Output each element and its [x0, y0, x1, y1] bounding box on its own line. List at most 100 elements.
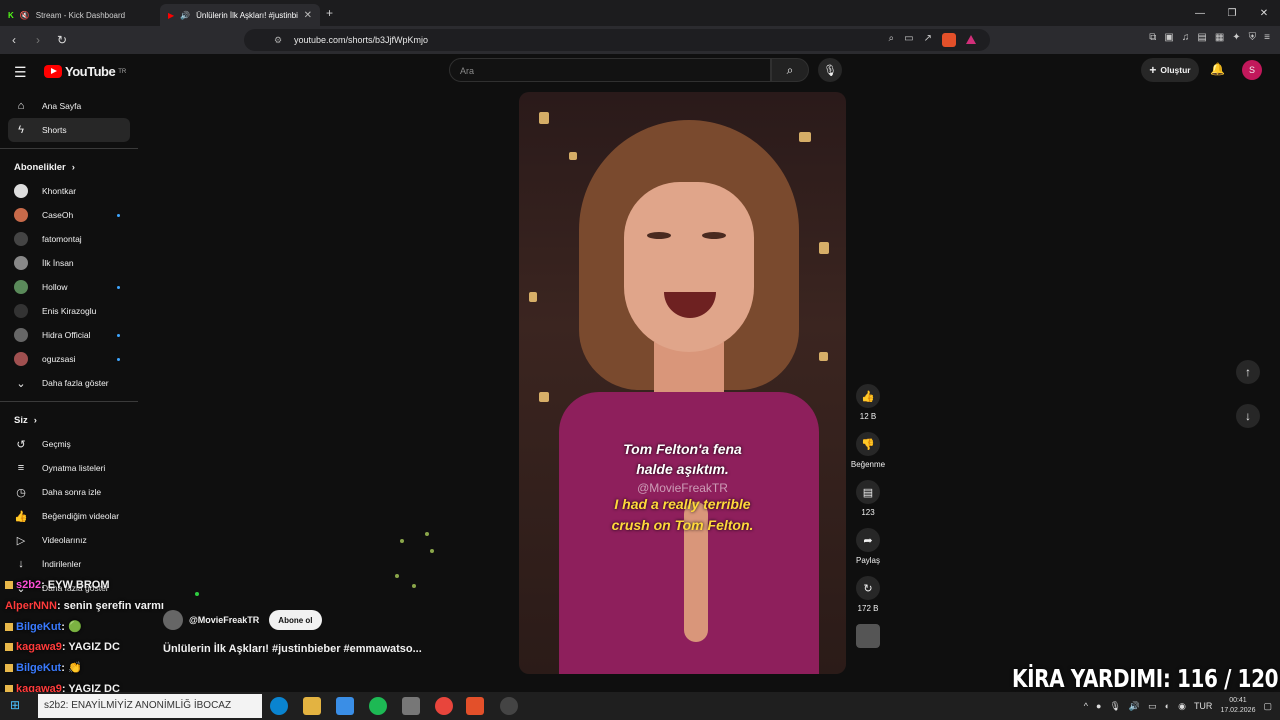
- subscribe-button[interactable]: Abone ol: [269, 610, 322, 630]
- menu-icon[interactable]: ≡: [1264, 32, 1270, 43]
- calculator-icon[interactable]: [402, 697, 420, 715]
- close-tab-icon[interactable]: ✕: [304, 10, 312, 21]
- back-icon[interactable]: ‹: [4, 30, 24, 50]
- youtube-logo[interactable]: YouTube TR: [44, 64, 126, 79]
- video-title[interactable]: Ünlülerin İlk Aşkları! #justinbieber #em…: [163, 643, 422, 655]
- sidebar-item-sub[interactable]: fatomontaj: [0, 227, 138, 251]
- volume-icon[interactable]: 🔊: [1129, 701, 1140, 712]
- notifications-bell-icon[interactable]: 🔔: [1210, 62, 1225, 76]
- channel-avatar[interactable]: [163, 610, 183, 630]
- sidebar-item-liked[interactable]: 👍 Beğendiğim videolar: [0, 504, 138, 528]
- obs-icon[interactable]: [500, 697, 518, 715]
- share-icon[interactable]: ↗: [924, 33, 932, 47]
- tray-chevron-icon[interactable]: ^: [1084, 701, 1088, 711]
- subscriptions-header[interactable]: Abonelikler ›: [0, 155, 138, 179]
- screenshot-icon[interactable]: ▣: [1164, 32, 1173, 43]
- sidebar-item-downloads[interactable]: ↓ İndirilenler: [0, 552, 138, 576]
- chat-badge-icon: [5, 643, 13, 652]
- short-video-player[interactable]: Tom Felton'a fena halde aşıktım. @MovieF…: [519, 92, 846, 674]
- logo-text: YouTube: [65, 64, 116, 79]
- tab-kick-dashboard[interactable]: K 🔇 Stream - Kick Dashboard: [0, 4, 160, 26]
- create-button[interactable]: + Oluştur: [1141, 58, 1199, 82]
- show-more-subscriptions[interactable]: ⌄ Daha fazla göster: [0, 371, 138, 395]
- new-tab-button[interactable]: +: [326, 6, 333, 20]
- extensions-icon[interactable]: ⧉: [1149, 32, 1156, 43]
- voice-search-button[interactable]: 🎙: [818, 58, 842, 82]
- tray-app-icon[interactable]: ●: [1096, 701, 1101, 711]
- sidebar-item-sub[interactable]: İlk İnsan: [0, 251, 138, 275]
- caption-tr-line-1: Tom Felton'a fena: [623, 441, 742, 457]
- remix-button[interactable]: ↻: [856, 576, 880, 600]
- audio-thumbnail[interactable]: [856, 624, 880, 648]
- leo-icon[interactable]: ✦: [1232, 32, 1240, 43]
- store-icon[interactable]: [336, 697, 354, 715]
- dislike-button[interactable]: 👎: [856, 432, 880, 456]
- sidebar-item-watch-later[interactable]: ◷ Daha sonra izle: [0, 480, 138, 504]
- windows-start-icon[interactable]: ⊞: [10, 698, 20, 712]
- chrome-icon[interactable]: [435, 697, 453, 715]
- search-button[interactable]: ⌕: [771, 58, 809, 82]
- sidebar-icon[interactable]: ▤: [1197, 32, 1206, 43]
- sidebar-item-your-videos[interactable]: ▷ Videolarınız: [0, 528, 138, 552]
- minimize-button[interactable]: —: [1184, 0, 1216, 26]
- search-input[interactable]: Ara: [449, 58, 771, 82]
- sidebar-item-sub[interactable]: Enis Kirazoglu: [0, 299, 138, 323]
- taskbar-search[interactable]: s2b2: ENAYİLMİYİZ ANONİMLİĞ İBOCAZ: [38, 694, 262, 718]
- forward-icon[interactable]: ›: [28, 30, 48, 50]
- chevron-right-icon: ›: [33, 414, 37, 426]
- sidebar-item-home[interactable]: ⌂ Ana Sayfa: [0, 94, 138, 118]
- wallet-icon[interactable]: ▦: [1215, 32, 1224, 43]
- file-explorer-icon[interactable]: [303, 697, 321, 715]
- brave-shields-icon[interactable]: [942, 33, 956, 47]
- sidebar-item-label: fatomontaj: [42, 234, 82, 244]
- rent-help-counter: KİRA YARDIMI: 116 / 120: [1012, 664, 1279, 693]
- hamburger-menu-icon[interactable]: ☰: [14, 64, 27, 81]
- user-avatar[interactable]: S: [1242, 60, 1262, 80]
- media-icon[interactable]: ♫: [1182, 32, 1190, 43]
- bokeh-light: [539, 392, 549, 402]
- sidebar-item-sub[interactable]: Hidra Official: [0, 323, 138, 347]
- zoom-icon[interactable]: ⌕: [889, 33, 895, 47]
- edge-icon[interactable]: [270, 697, 288, 715]
- sidebar-item-sub[interactable]: CaseOh: [0, 203, 138, 227]
- channel-avatar: [14, 208, 28, 222]
- you-header[interactable]: Siz ›: [0, 408, 138, 432]
- brave-rewards-icon[interactable]: [966, 35, 976, 44]
- sidebar-item-sub[interactable]: Hollow: [0, 275, 138, 299]
- address-bar[interactable]: ⚙ youtube.com/shorts/b3JjfWpKmjo ⌕ ▭ ↗: [244, 29, 990, 51]
- tray-app-icon[interactable]: ◐: [1165, 701, 1170, 711]
- sidebar-item-playlists[interactable]: ≡ Oynatma listeleri: [0, 456, 138, 480]
- cast-icon[interactable]: ▭: [904, 33, 913, 47]
- sidebar-item-sub[interactable]: oguzsasi: [0, 347, 138, 371]
- reload-icon[interactable]: ↻: [52, 30, 72, 50]
- chat-user: AlperNNN: [5, 599, 57, 612]
- sidebar-item-label: Daha fazla göster: [42, 378, 109, 388]
- chat-message: BilgeKut: 👏: [5, 658, 164, 679]
- notifications-icon[interactable]: ▢: [1263, 701, 1272, 712]
- sidebar-item-sub[interactable]: Khontkar: [0, 179, 138, 203]
- chat-user: kagawa9: [16, 641, 62, 654]
- bokeh-light: [529, 292, 537, 302]
- sidebar-item-shorts[interactable]: ϟ Shorts: [8, 118, 130, 142]
- like-button[interactable]: 👍: [856, 384, 880, 408]
- clock[interactable]: 00:41 17.02.2026: [1220, 696, 1255, 716]
- bokeh-light: [819, 352, 828, 361]
- brave-icon[interactable]: [466, 697, 484, 715]
- vpn-icon[interactable]: ⛨: [1249, 32, 1257, 43]
- tray-app-icon[interactable]: ◉: [1178, 701, 1186, 712]
- site-info-icon[interactable]: ⚙: [274, 35, 282, 46]
- mic-icon[interactable]: 🎙: [1109, 701, 1120, 712]
- previous-short-button[interactable]: ↑: [1236, 360, 1260, 384]
- download-icon: ↓: [18, 558, 24, 570]
- language-indicator[interactable]: TUR: [1194, 701, 1213, 711]
- channel-name[interactable]: @MovieFreakTR: [189, 615, 259, 625]
- close-window-button[interactable]: ✕: [1248, 0, 1280, 26]
- spotify-icon[interactable]: [369, 697, 387, 715]
- tab-youtube-short[interactable]: ▶ 🔊 Ünlülerin İlk Aşkları! #justinbi... …: [160, 4, 320, 26]
- next-short-button[interactable]: ↓: [1236, 404, 1260, 428]
- network-icon[interactable]: ▭: [1148, 701, 1157, 712]
- share-button[interactable]: ➦: [856, 528, 880, 552]
- comments-button[interactable]: ▤: [856, 480, 880, 504]
- sidebar-item-history[interactable]: ↺ Geçmiş: [0, 432, 138, 456]
- restore-button[interactable]: ❐: [1216, 0, 1248, 26]
